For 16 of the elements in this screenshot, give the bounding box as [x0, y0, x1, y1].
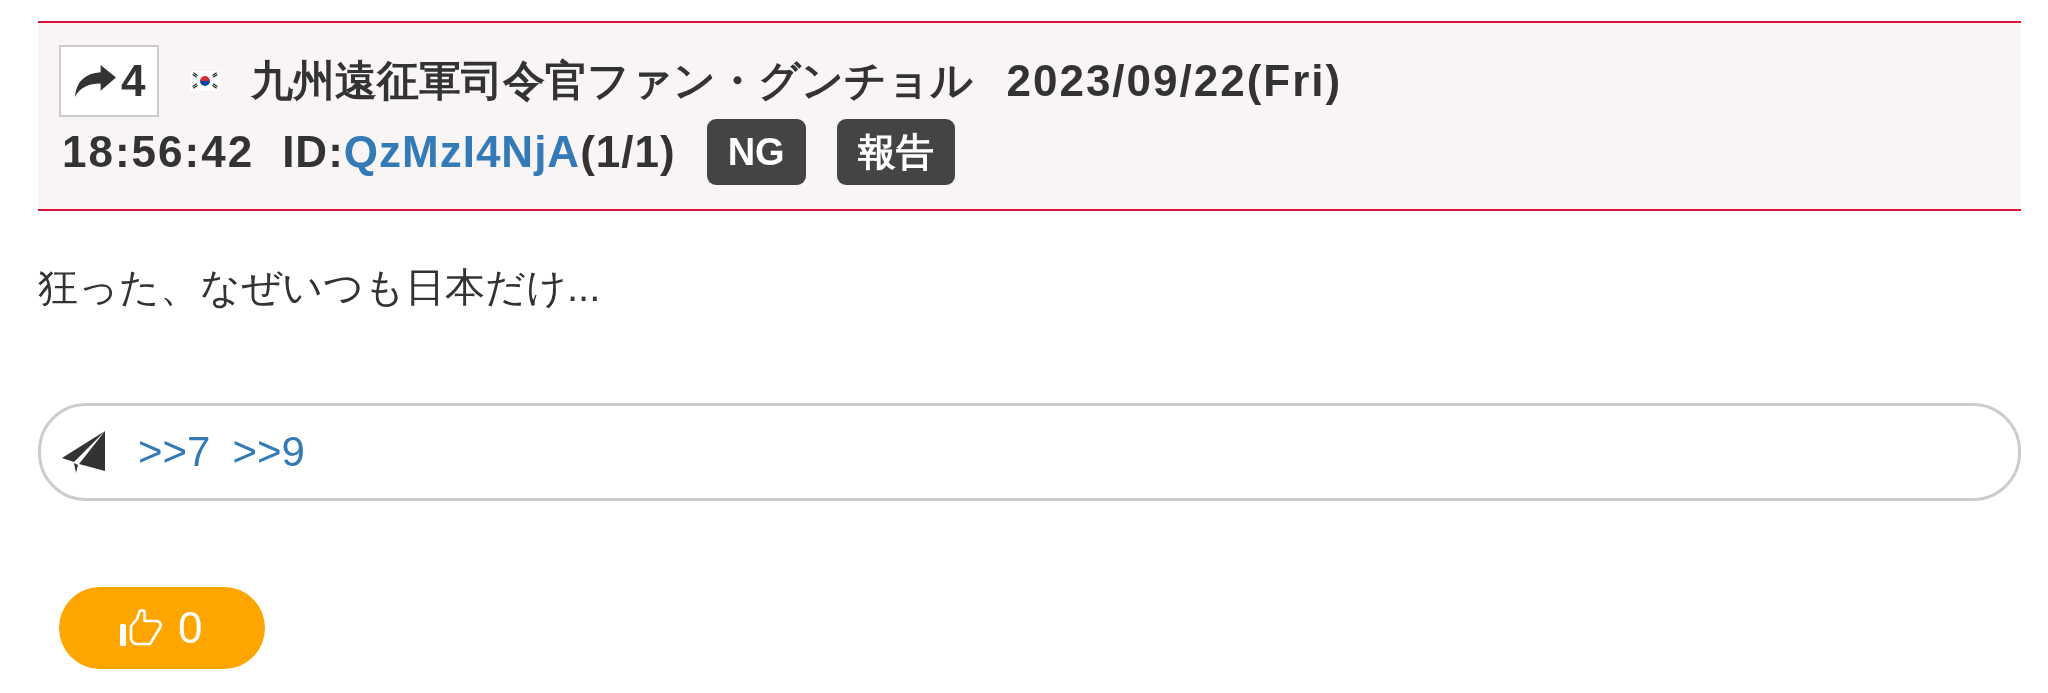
- id-label: ID:: [282, 127, 344, 177]
- post-time: 18:56:42: [62, 127, 255, 177]
- ng-button[interactable]: NG: [706, 119, 806, 185]
- thumbs-up-icon: [120, 609, 164, 647]
- flag-icon: [190, 71, 221, 91]
- post-text: 狂った、なぜいつも日本だけ...: [38, 264, 602, 311]
- id-count: (1/1): [580, 127, 676, 177]
- paper-plane-icon: [62, 431, 105, 473]
- poster-name: 九州遠征軍司令官ファン・グンチョル: [251, 56, 974, 106]
- reply-count-button[interactable]: 4: [59, 45, 160, 117]
- share-arrow-icon: [75, 64, 116, 98]
- reply-link[interactable]: >>9: [232, 428, 305, 476]
- report-button[interactable]: 報告: [836, 119, 955, 185]
- id-link[interactable]: QzMzI4NjA: [343, 127, 581, 177]
- post-date: 2023/09/22(Fri): [1006, 56, 1343, 106]
- reply-link[interactable]: >>7: [138, 428, 211, 476]
